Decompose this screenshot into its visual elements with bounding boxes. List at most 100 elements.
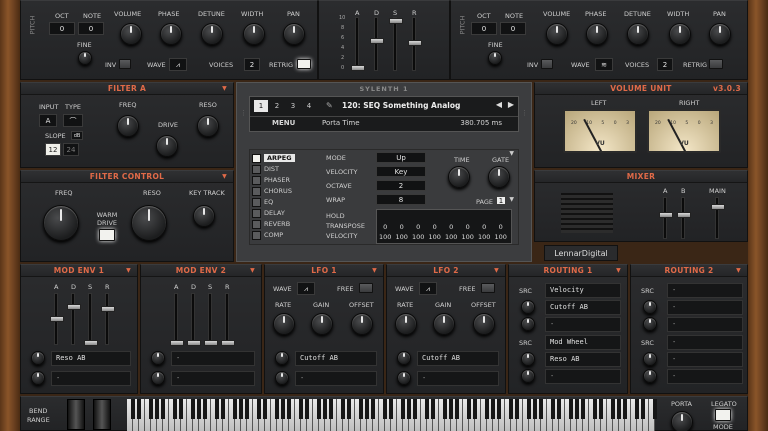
- black-key[interactable]: [323, 399, 327, 419]
- black-key[interactable]: [425, 399, 429, 419]
- piano-keyboard[interactable]: [127, 399, 657, 431]
- routing-destination[interactable]: Cutoff AB: [545, 300, 621, 315]
- transpose-step[interactable]: 0: [394, 223, 411, 231]
- prev-preset-icon[interactable]: ◀: [496, 100, 502, 109]
- transpose-step[interactable]: 0: [476, 223, 493, 231]
- black-key[interactable]: [281, 399, 285, 419]
- velocity-step[interactable]: 100: [443, 233, 460, 241]
- black-key[interactable]: [365, 399, 369, 419]
- dropdown-arrow-icon[interactable]: ▼: [736, 265, 741, 277]
- lfo2-rate-knob[interactable]: [395, 313, 417, 335]
- porta-knob[interactable]: [671, 411, 693, 431]
- fx-chorus-label[interactable]: CHORUS: [264, 187, 292, 195]
- black-key[interactable]: [299, 399, 303, 419]
- detune-knob[interactable]: [627, 23, 649, 45]
- black-key[interactable]: [221, 399, 225, 419]
- routing-amount-knob[interactable]: [521, 300, 535, 314]
- bank-tab-3[interactable]: 3: [286, 100, 300, 112]
- black-key[interactable]: [515, 399, 519, 419]
- width-knob[interactable]: [243, 23, 265, 45]
- volume-knob[interactable]: [546, 23, 568, 45]
- black-key[interactable]: [569, 399, 573, 419]
- mod2-amount-knob-1[interactable]: [151, 351, 165, 365]
- mixer-main-slider[interactable]: [711, 197, 725, 239]
- fx-chorus-toggle[interactable]: [252, 187, 261, 196]
- black-key[interactable]: [275, 399, 279, 419]
- black-key[interactable]: [611, 399, 615, 419]
- mod1-dest-1[interactable]: Reso AB: [51, 351, 131, 366]
- black-key[interactable]: [215, 399, 219, 419]
- lfo1-dest-1[interactable]: Cutoff AB: [295, 351, 377, 366]
- black-key[interactable]: [455, 399, 459, 419]
- black-key[interactable]: [449, 399, 453, 419]
- dropdown-arrow-icon[interactable]: ▼: [616, 265, 621, 277]
- fx-eq-toggle[interactable]: [252, 198, 261, 207]
- black-key[interactable]: [383, 399, 387, 419]
- velocity-step[interactable]: 100: [493, 233, 510, 241]
- black-key[interactable]: [641, 399, 645, 419]
- transpose-step[interactable]: 0: [493, 223, 510, 231]
- mod2-sustain-slider[interactable]: [204, 293, 218, 346]
- dropdown-arrow-icon[interactable]: ▼: [222, 83, 227, 95]
- black-key[interactable]: [539, 399, 543, 419]
- dropdown-arrow-icon[interactable]: ▼: [126, 265, 131, 277]
- black-key[interactable]: [485, 399, 489, 419]
- black-key[interactable]: [407, 399, 411, 419]
- black-key[interactable]: [203, 399, 207, 419]
- black-key[interactable]: [347, 399, 351, 419]
- voices-value[interactable]: 2: [657, 58, 673, 71]
- bank-tab-4[interactable]: 4: [302, 100, 316, 112]
- black-key[interactable]: [317, 399, 321, 419]
- dropdown-arrow-icon[interactable]: ▼: [250, 265, 255, 277]
- routing-amount-knob[interactable]: [521, 369, 535, 383]
- lfo1-rate-knob[interactable]: [273, 313, 295, 335]
- black-key[interactable]: [173, 399, 177, 419]
- fx-arpeg-label[interactable]: ARPEG: [264, 154, 295, 162]
- black-key[interactable]: [527, 399, 531, 419]
- lfo1-amount-knob-2[interactable]: [275, 371, 289, 385]
- routing-destination[interactable]: -: [667, 369, 743, 384]
- velocity-step[interactable]: 100: [460, 233, 477, 241]
- black-key[interactable]: [473, 399, 477, 419]
- sustain-slider[interactable]: [389, 17, 403, 71]
- page-arrow-icon[interactable]: ▼: [509, 196, 514, 203]
- fx-reverb-toggle[interactable]: [252, 220, 261, 229]
- black-key[interactable]: [161, 399, 165, 419]
- routing-amount-knob[interactable]: [643, 300, 657, 314]
- routing-destination[interactable]: -: [667, 300, 743, 315]
- routing-source[interactable]: Mod Wheel: [545, 335, 621, 350]
- velocity-step[interactable]: 100: [476, 233, 493, 241]
- transpose-step[interactable]: 0: [410, 223, 427, 231]
- black-key[interactable]: [389, 399, 393, 419]
- black-key[interactable]: [371, 399, 375, 419]
- fx-dist-toggle[interactable]: [252, 165, 261, 174]
- black-key[interactable]: [191, 399, 195, 419]
- routing-destination[interactable]: -: [667, 352, 743, 367]
- arp-velocity-value[interactable]: Key: [376, 166, 426, 177]
- lfo2-amount-knob-1[interactable]: [397, 351, 411, 365]
- routing-destination[interactable]: Reso AB: [545, 352, 621, 367]
- oct-value[interactable]: 0: [49, 22, 75, 35]
- velocity-step[interactable]: 100: [377, 233, 394, 241]
- fx-phaser-toggle[interactable]: [252, 176, 261, 185]
- black-key[interactable]: [509, 399, 513, 419]
- dropdown-arrow-icon[interactable]: ▼: [222, 171, 227, 183]
- oct-value[interactable]: 0: [471, 22, 497, 35]
- black-key[interactable]: [593, 399, 597, 419]
- mod1-dest-2[interactable]: -: [51, 371, 131, 386]
- filter-drive-knob[interactable]: [156, 135, 178, 157]
- mod2-attack-slider[interactable]: [170, 293, 184, 346]
- slope-12-button[interactable]: 12: [45, 143, 61, 156]
- fx-dist-label[interactable]: DIST: [264, 165, 279, 173]
- fc-reso-knob[interactable]: [131, 205, 167, 241]
- dropdown-arrow-icon[interactable]: ▼: [494, 265, 499, 277]
- lfo1-dest-2[interactable]: -: [295, 371, 377, 386]
- black-key[interactable]: [653, 399, 657, 419]
- black-key[interactable]: [533, 399, 537, 419]
- volume-knob[interactable]: [120, 23, 142, 45]
- routing-amount-knob[interactable]: [521, 317, 535, 331]
- black-key[interactable]: [431, 399, 435, 419]
- dropdown-arrow-icon[interactable]: ▼: [372, 265, 377, 277]
- arp-octave-value[interactable]: 2: [376, 180, 426, 191]
- filter-type-selector[interactable]: ⌒: [63, 114, 83, 127]
